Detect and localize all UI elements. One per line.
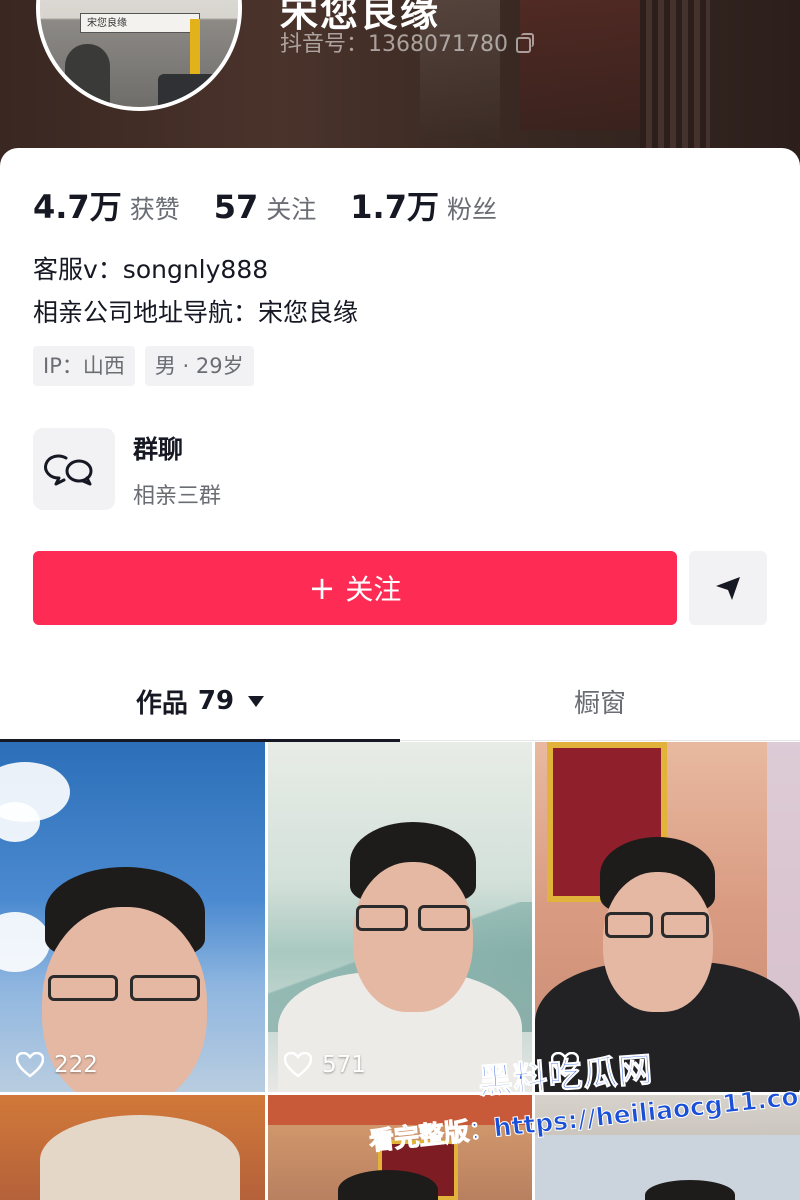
profile-stats: 4.7万 获赞 57 关注 1.7万 粉丝 xyxy=(33,182,531,228)
send-message-button[interactable] xyxy=(689,551,767,625)
stat-following-label: 关注 xyxy=(266,195,317,224)
tab-shop-label: 橱窗 xyxy=(573,688,626,719)
send-icon xyxy=(716,577,740,600)
video-thumbnail[interactable] xyxy=(535,742,800,1092)
follow-button-label: 关注 xyxy=(345,573,402,606)
avatar[interactable]: 宋您良缘 xyxy=(36,0,242,111)
stat-following[interactable]: 57 关注 xyxy=(214,188,317,226)
group-chat-title: 群聊 xyxy=(133,435,184,464)
stat-followers-label: 粉丝 xyxy=(446,195,497,224)
avatar-sign-text: 宋您良缘 xyxy=(80,13,200,33)
video-like-count: 222 xyxy=(16,1052,98,1078)
stat-likes-label: 获赞 xyxy=(129,195,180,224)
stat-following-value: 57 xyxy=(213,188,259,226)
tab-shop-window[interactable]: 橱窗 xyxy=(400,662,800,740)
stat-followers[interactable]: 1.7万 粉丝 xyxy=(350,182,497,228)
douyin-id[interactable]: 抖音号：1368071780 xyxy=(280,26,534,58)
plus-icon: + xyxy=(308,569,336,607)
video-like-count: 571 xyxy=(284,1052,366,1078)
tab-works-count: 79 xyxy=(197,686,235,716)
video-like-count-text: 571 xyxy=(322,1052,366,1078)
profile-tags: IP：山西 男 · 29岁 xyxy=(33,346,254,386)
heart-icon xyxy=(284,1052,312,1078)
tag-ip-location: IP：山西 xyxy=(33,346,135,386)
content-tabs: 作品 79 橱窗 xyxy=(0,662,800,742)
stat-followers-value: 1.7万 xyxy=(350,188,439,226)
video-thumbnail[interactable]: 571 xyxy=(268,742,532,1092)
copy-icon[interactable] xyxy=(515,33,534,53)
tag-gender-age: 男 · 29岁 xyxy=(144,346,254,386)
group-chat-name: 相亲三群 xyxy=(133,484,222,509)
stat-likes-value: 4.7万 xyxy=(33,188,122,226)
video-thumbnail[interactable]: 222 xyxy=(0,742,265,1092)
tab-works-label: 作品 xyxy=(135,688,188,719)
bio-line-2: 相亲公司地址导航：宋您良缘 xyxy=(33,298,359,327)
bio-line-1: 客服v：songnly888 xyxy=(33,255,269,284)
caret-down-icon xyxy=(248,695,265,707)
stat-likes[interactable]: 4.7万 获赞 xyxy=(33,182,180,228)
video-like-count-text: 222 xyxy=(54,1052,98,1078)
douyin-id-text: 抖音号：1368071780 xyxy=(280,32,508,57)
follow-button[interactable]: + 关注 xyxy=(33,551,677,625)
group-chat-entry[interactable]: 群聊 相亲三群 xyxy=(33,428,633,510)
video-thumbnail[interactable] xyxy=(0,1095,265,1200)
heart-icon xyxy=(16,1052,44,1078)
group-chat-icon xyxy=(33,428,115,510)
tab-works[interactable]: 作品 79 xyxy=(0,662,400,742)
